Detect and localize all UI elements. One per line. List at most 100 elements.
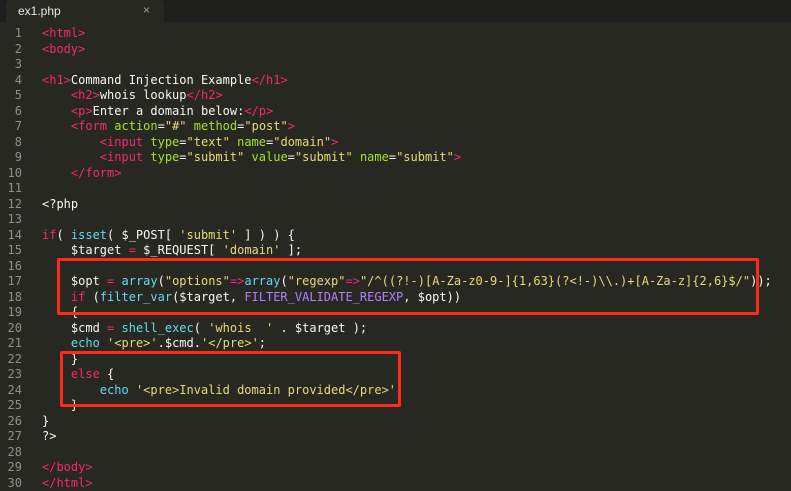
code-token: "regexp" bbox=[288, 274, 346, 288]
code-token: "post" bbox=[244, 119, 287, 133]
code-token bbox=[42, 119, 71, 133]
code-token: $target bbox=[42, 243, 129, 257]
close-icon[interactable]: × bbox=[143, 3, 150, 17]
line-number: 30 bbox=[8, 476, 22, 491]
code-line: <p>Enter a domain below:</p> bbox=[42, 104, 273, 120]
code-token: '<pre>Invalid domain provided</pre>' bbox=[136, 383, 396, 397]
code-line: if (filter_var($target, FILTER_VALIDATE_… bbox=[42, 290, 461, 306]
code-token: shell_exec bbox=[122, 321, 194, 335]
code-token bbox=[244, 150, 251, 164]
code-token: = bbox=[158, 119, 165, 133]
code-token: ( bbox=[280, 274, 287, 288]
line-number: 8 bbox=[15, 135, 22, 151]
line-number: 12 bbox=[8, 197, 22, 213]
code-token: </p> bbox=[244, 104, 273, 118]
code-token: ] ) ) { bbox=[237, 228, 295, 242]
code-token: ]; bbox=[280, 243, 302, 257]
line-number: 29 bbox=[8, 460, 22, 476]
code-line: <form action="#" method="post"> bbox=[42, 119, 295, 135]
line-number: 22 bbox=[8, 352, 22, 368]
code-token bbox=[42, 104, 71, 118]
code-token bbox=[42, 150, 100, 164]
line-number: 10 bbox=[8, 166, 22, 182]
line-number: 1 bbox=[15, 26, 22, 42]
code-token: ($target, bbox=[172, 290, 244, 304]
code-token: </form> bbox=[71, 166, 122, 180]
code-token: { bbox=[42, 305, 78, 319]
code-token: '<pre>' bbox=[107, 336, 158, 350]
code-token: </h2> bbox=[187, 88, 223, 102]
line-number: 6 bbox=[15, 104, 22, 120]
code-token: method bbox=[194, 119, 237, 133]
tab-ex1-php[interactable]: ex1.php × bbox=[6, 0, 164, 22]
code-token: '</pre>' bbox=[201, 336, 259, 350]
code-token: ( bbox=[194, 321, 208, 335]
line-number: 14 bbox=[8, 228, 22, 244]
line-number: 21 bbox=[8, 336, 22, 352]
code-line: echo '<pre>Invalid domain provided</pre>… bbox=[42, 383, 403, 399]
code-token: name bbox=[360, 150, 389, 164]
code-token: "#" bbox=[165, 119, 187, 133]
code-token: "domain" bbox=[273, 135, 331, 149]
line-number: 9 bbox=[15, 150, 22, 166]
code-token: "submit" bbox=[187, 150, 245, 164]
line-number: 16 bbox=[8, 259, 22, 275]
code-token bbox=[42, 336, 71, 350]
code-token: <input bbox=[100, 135, 151, 149]
code-line: <input type="text" name="domain"> bbox=[42, 135, 338, 151]
code-token: $opt bbox=[42, 274, 107, 288]
code-line: ?> bbox=[42, 429, 56, 445]
code-token: , $opt)) bbox=[403, 290, 461, 304]
code-token bbox=[129, 383, 136, 397]
line-number: 11 bbox=[8, 181, 22, 197]
code-token: ( bbox=[158, 274, 165, 288]
code-line: <body> bbox=[42, 42, 85, 58]
code-token: if bbox=[42, 228, 56, 242]
code-line: </body> bbox=[42, 460, 93, 476]
code-token: "options" bbox=[165, 274, 230, 288]
code-token: isset bbox=[71, 228, 107, 242]
code-token: > bbox=[454, 150, 461, 164]
code-line: <html> bbox=[42, 26, 85, 42]
line-number: 20 bbox=[8, 321, 22, 337]
code-line: <h2>whois lookup</h2> bbox=[42, 88, 223, 104]
line-number: 23 bbox=[8, 367, 22, 383]
code-token: $_REQUEST[ bbox=[136, 243, 223, 257]
code-line: </html> bbox=[42, 476, 93, 491]
line-number: 4 bbox=[15, 73, 22, 89]
line-number: 13 bbox=[8, 212, 22, 228]
code-token: $cmd bbox=[42, 321, 107, 335]
line-number: 19 bbox=[8, 305, 22, 321]
code-token bbox=[42, 166, 71, 180]
code-line: { bbox=[42, 305, 78, 321]
line-number: 18 bbox=[8, 290, 22, 306]
code-line: <?php bbox=[42, 197, 78, 213]
code-line: } bbox=[42, 398, 78, 414]
code-token: )); bbox=[750, 274, 772, 288]
code-token: = bbox=[179, 135, 186, 149]
line-number: 28 bbox=[8, 445, 22, 461]
line-number: 7 bbox=[15, 119, 22, 135]
code-token: > bbox=[288, 119, 295, 133]
code-token: $cmd bbox=[165, 336, 194, 350]
line-number: 17 bbox=[8, 274, 22, 290]
code-line: if( isset( $_POST[ 'submit' ] ) ) { bbox=[42, 228, 295, 244]
code-line: } bbox=[42, 352, 78, 368]
code-token: name bbox=[237, 135, 266, 149]
code-token: type bbox=[150, 150, 179, 164]
code-token: echo bbox=[100, 383, 129, 397]
code-token: Command Injection Example bbox=[71, 73, 252, 87]
code-token: => bbox=[346, 274, 360, 288]
code-token: <html> bbox=[42, 26, 85, 40]
code-token bbox=[114, 321, 121, 335]
code-token: = bbox=[129, 243, 136, 257]
code-token: 'submit' bbox=[179, 228, 237, 242]
code-token: . $target ); bbox=[273, 321, 367, 335]
code-token: . bbox=[158, 336, 165, 350]
code-token: </h1> bbox=[252, 73, 288, 87]
code-token: ( $_POST[ bbox=[107, 228, 179, 242]
code-editor[interactable]: 1234567891011121314151617181920212223242… bbox=[0, 22, 791, 483]
code-token bbox=[187, 119, 194, 133]
line-number: 26 bbox=[8, 414, 22, 430]
code-token: echo bbox=[71, 336, 100, 350]
